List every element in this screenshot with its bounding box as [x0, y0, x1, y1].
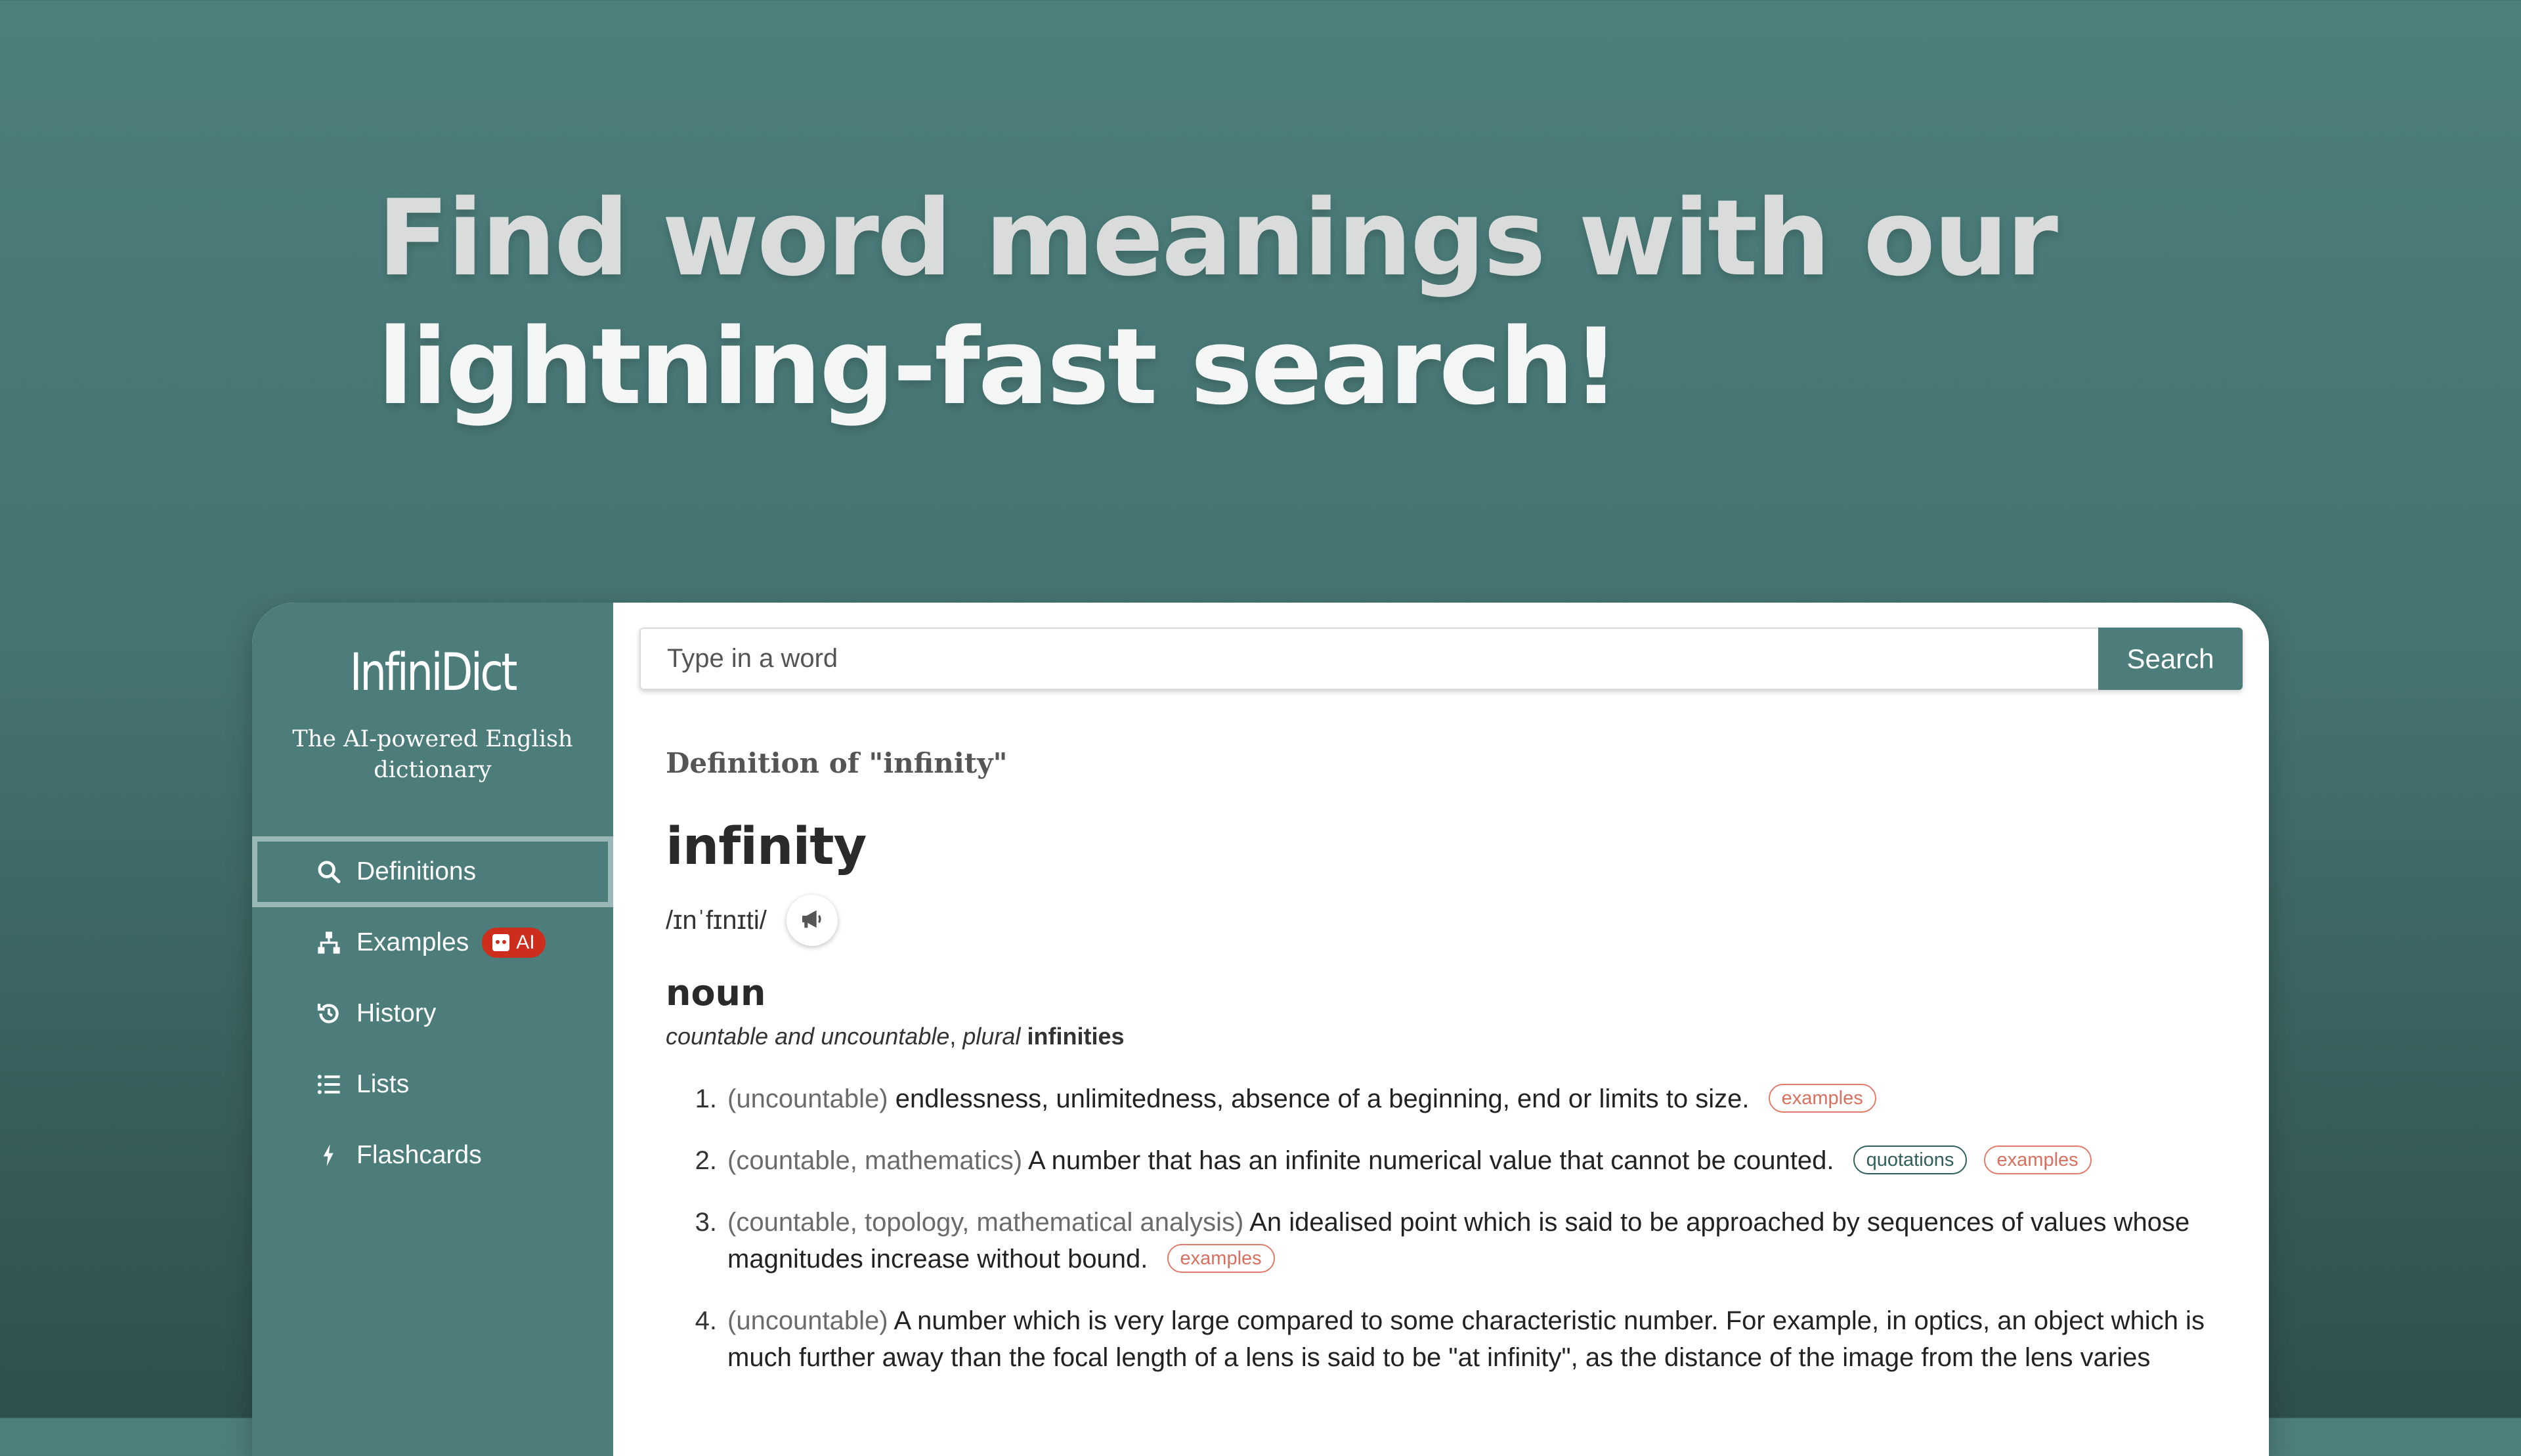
sense-label: (countable, topology, mathematical analy… — [727, 1208, 1244, 1237]
robot-icon — [492, 934, 510, 951]
definition-content: Definition of "infinity" infinity /ɪnˈfɪ… — [666, 747, 2241, 1401]
examples-tag[interactable]: examples — [1983, 1146, 2092, 1175]
sense-body: (countable, mathematics) A number that h… — [727, 1142, 2241, 1179]
sidebar-item-label: Examples — [356, 928, 469, 956]
grammar-separator: , — [949, 1023, 957, 1050]
sense-label: (uncountable) — [727, 1084, 888, 1113]
sidebar-item-definitions[interactable]: Definitions — [252, 836, 613, 907]
sense-label: (countable, mathematics) — [727, 1146, 1023, 1175]
sidebar-item-label: History — [356, 999, 437, 1027]
sidebar-item-history[interactable]: History — [252, 978, 613, 1049]
sense-text: A number which is very large compared to… — [727, 1306, 2205, 1372]
part-of-speech: noun — [666, 972, 766, 1014]
sidebar-item-flashcards[interactable]: Flashcards — [252, 1120, 613, 1191]
plural-label: plural — [962, 1023, 1021, 1050]
list-icon — [314, 1070, 343, 1099]
sense-body: (uncountable) A number which is very lar… — [727, 1302, 2241, 1376]
list-item: 2. (countable, mathematics) A number tha… — [666, 1142, 2241, 1179]
ai-badge-label: AI — [516, 931, 535, 953]
main-panel: Search Definition of "infinity" infinity… — [613, 603, 2269, 1456]
search-input[interactable] — [639, 628, 2098, 690]
sense-body: (countable, topology, mathematical analy… — [727, 1204, 2241, 1277]
sidebar-item-label: Lists — [356, 1070, 410, 1098]
sense-text: A number that has an infinite numerical … — [1028, 1146, 1834, 1175]
bullhorn-icon — [799, 906, 825, 935]
search-button[interactable]: Search — [2098, 628, 2243, 690]
app-window: InfiniDict The AI-powered English dictio… — [252, 603, 2269, 1456]
sense-text: endlessness, unlimitedness, absence of a… — [895, 1084, 1750, 1113]
list-item: 1. (uncountable) endlessness, unlimitedn… — [666, 1081, 2241, 1117]
sidebar-item-examples[interactable]: Examples AI — [252, 907, 613, 978]
hero-headline: Find word meanings with our lightning-fa… — [377, 174, 2347, 431]
headword: infinity — [666, 817, 867, 876]
sense-number: 4. — [695, 1306, 717, 1335]
search-bar: Search — [639, 628, 2243, 690]
pronunciation-row: /ɪnˈfɪnɪti/ — [666, 895, 2241, 946]
sidebar-item-label: Definitions — [356, 857, 477, 886]
sense-list: 1. (uncountable) endlessness, unlimitedn… — [666, 1081, 2241, 1376]
sense-number: 2. — [695, 1146, 717, 1175]
sitemap-icon — [314, 928, 343, 957]
grammar-info: countable and uncountable, plural infini… — [666, 1023, 2241, 1050]
brand-tagline: The AI-powered English dictionary — [292, 726, 573, 783]
play-audio-button[interactable] — [786, 895, 838, 946]
list-item: 4. (uncountable) A number which is very … — [666, 1302, 2241, 1376]
countability: countable and uncountable — [666, 1023, 950, 1050]
plural-word: infinities — [1027, 1023, 1125, 1050]
sidebar: InfiniDict The AI-powered English dictio… — [252, 603, 613, 1456]
search-icon — [314, 857, 343, 886]
hero-line-2: lightning-fast search! — [377, 305, 1620, 428]
sidebar-item-lists[interactable]: Lists — [252, 1049, 613, 1120]
hero-line-1: Find word meanings with our — [377, 177, 2058, 299]
sidebar-nav: Definitions Examples AI History Lists Fl… — [252, 836, 613, 1191]
ai-badge: AI — [482, 928, 546, 958]
history-icon — [314, 999, 343, 1028]
sense-number: 1. — [695, 1084, 717, 1113]
examples-tag[interactable]: examples — [1768, 1084, 1876, 1113]
list-item: 3. (countable, topology, mathematical an… — [666, 1204, 2241, 1277]
brand-logo[interactable]: InfiniDict — [285, 643, 581, 702]
sense-label: (uncountable) — [727, 1306, 888, 1335]
sense-number: 3. — [695, 1208, 717, 1237]
sense-body: (uncountable) endlessness, unlimitedness… — [727, 1081, 2241, 1117]
quotations-tag[interactable]: quotations — [1853, 1146, 1968, 1175]
sidebar-item-label: Flashcards — [356, 1141, 482, 1169]
pronunciation: /ɪnˈfɪnɪti/ — [666, 905, 767, 935]
bolt-icon — [314, 1141, 343, 1170]
examples-tag[interactable]: examples — [1167, 1244, 1275, 1274]
definition-heading: Definition of "infinity" — [666, 747, 1008, 779]
